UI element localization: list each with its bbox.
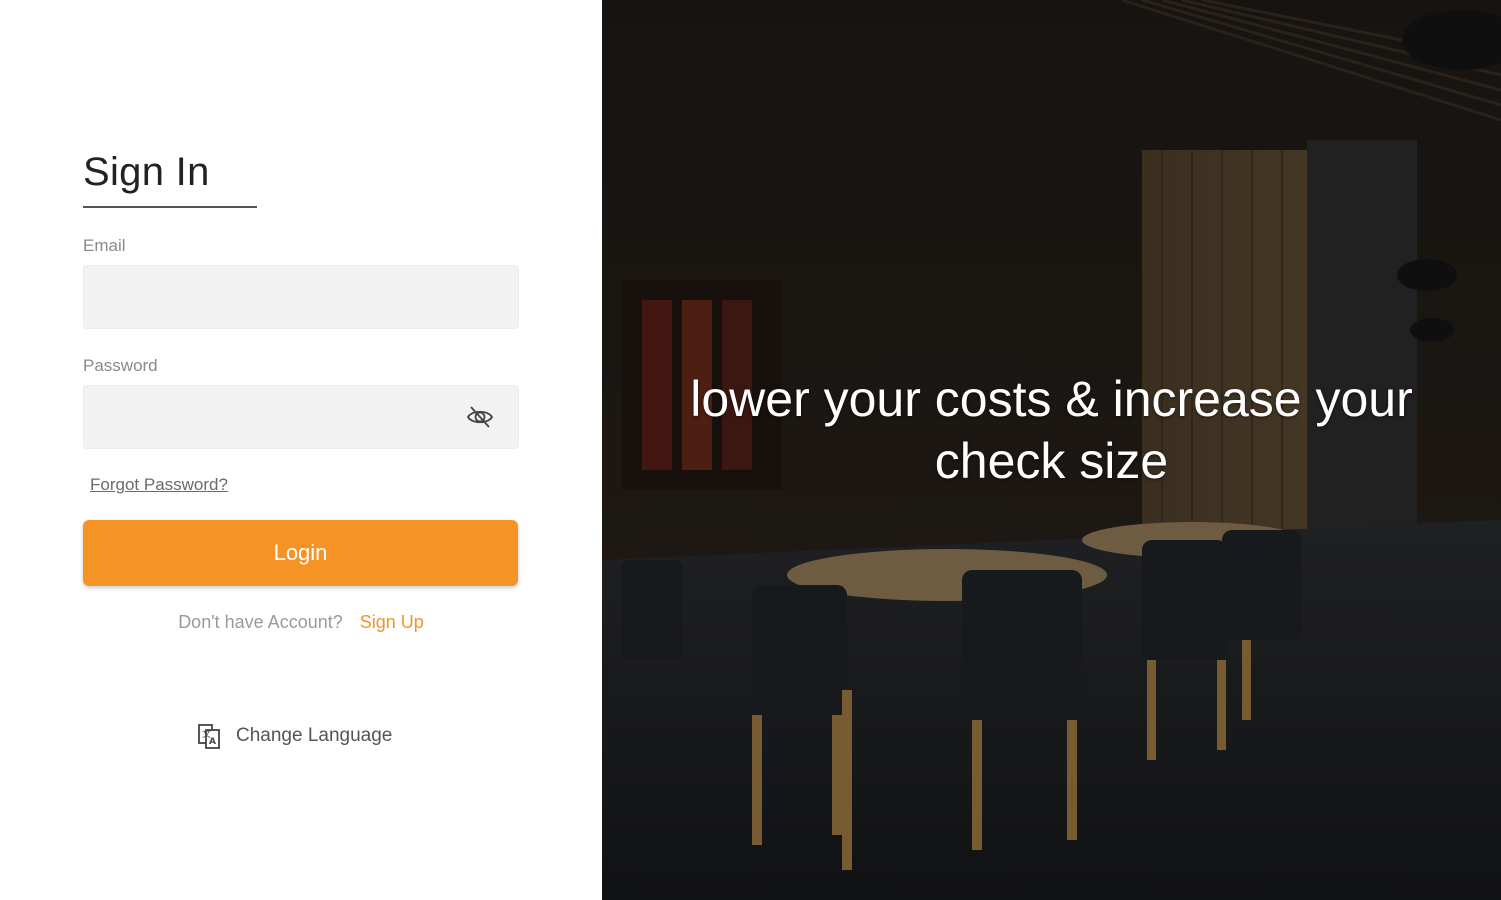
no-account-text: Don't have Account? — [178, 612, 343, 632]
email-field[interactable] — [83, 265, 519, 329]
signup-link[interactable]: Sign Up — [360, 612, 424, 632]
forgot-password-link[interactable]: Forgot Password? — [90, 475, 228, 495]
login-button[interactable]: Login — [83, 520, 518, 586]
change-language-button[interactable]: 文 A Change Language — [196, 722, 392, 750]
password-visibility-toggle[interactable] — [462, 400, 498, 434]
title-underline — [83, 206, 257, 208]
svg-text:A: A — [209, 737, 216, 747]
change-language-label: Change Language — [236, 725, 393, 746]
page-title: Sign In — [83, 150, 210, 194]
password-label: Password — [83, 356, 158, 375]
hero-panel: lower your costs & increase your check s… — [602, 0, 1501, 900]
signin-panel: Sign In Email Password Forgot Password? … — [0, 0, 602, 900]
email-label: Email — [83, 236, 126, 255]
eye-slash-icon — [466, 406, 494, 428]
translate-icon: 文 A — [198, 724, 220, 749]
signup-row: Don't have Account? Sign Up — [0, 612, 602, 633]
password-field[interactable] — [83, 385, 519, 449]
hero-tagline: lower your costs & increase your check s… — [690, 371, 1413, 489]
